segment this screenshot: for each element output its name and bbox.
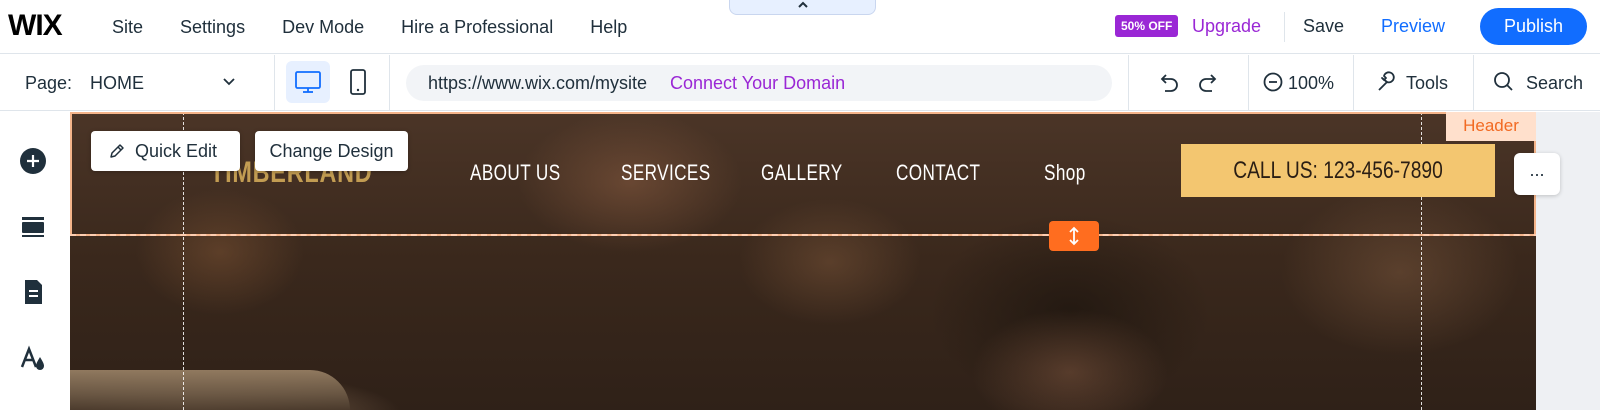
call-us-button[interactable]: CALL US: 123-456-7890 (1181, 144, 1495, 197)
page-label: Page: (25, 73, 73, 93)
zoom-level[interactable]: 100% (1288, 73, 1334, 94)
upgrade-link[interactable]: Upgrade (1192, 16, 1261, 37)
nav-item-contact[interactable]: CONTACT (896, 160, 980, 186)
header-section-tag[interactable]: Header (1446, 112, 1536, 141)
redo-icon[interactable] (1195, 69, 1223, 97)
nav-item-gallery[interactable]: GALLERY (761, 160, 843, 186)
collapse-toolbar-tab[interactable] (729, 0, 876, 15)
divider (1473, 55, 1474, 111)
quick-edit-button[interactable]: Quick Edit (91, 131, 240, 171)
mobile-view-button[interactable] (343, 61, 373, 103)
menu-item-site[interactable]: Site (112, 17, 143, 38)
search-icon[interactable] (1490, 69, 1518, 97)
wix-logo[interactable]: WIX (8, 9, 63, 43)
resize-vertical-icon (1069, 226, 1079, 246)
nav-item-services[interactable]: SERVICES (621, 160, 711, 186)
pages-icon[interactable] (18, 277, 48, 307)
section-resize-handle[interactable] (1049, 221, 1099, 251)
top-menu-bar: WIX Site Settings Dev Mode Hire a Profes… (0, 0, 1600, 54)
connect-domain-link[interactable]: Connect Your Domain (670, 73, 845, 94)
desktop-view-button[interactable] (286, 61, 330, 103)
publish-button[interactable]: Publish (1480, 8, 1587, 45)
page-selector[interactable]: HOME (90, 73, 144, 94)
divider (1128, 55, 1129, 111)
pencil-icon (110, 144, 124, 158)
divider (389, 55, 390, 111)
divider (274, 55, 275, 111)
design-icon[interactable] (18, 344, 48, 374)
main-menu: Site Settings Dev Mode Hire a Profession… (112, 0, 664, 54)
search-button[interactable]: Search (1526, 73, 1583, 94)
divider (1248, 55, 1249, 111)
preview-button[interactable]: Preview (1381, 16, 1445, 37)
save-button[interactable]: Save (1303, 16, 1344, 37)
menu-item-settings[interactable]: Settings (180, 17, 245, 38)
chevron-down-icon[interactable] (221, 73, 237, 89)
editor-toolbar: Page: HOME https://www.wix.com/mysite Co… (0, 55, 1600, 111)
quick-edit-label: Quick Edit (135, 141, 218, 161)
sections-icon[interactable] (18, 211, 48, 241)
add-elements-icon[interactable] (18, 146, 48, 176)
editor-canvas[interactable]: TIMBERLAND ABOUT US SERVICES GALLERY CON… (70, 112, 1536, 410)
divider (1353, 55, 1354, 111)
discount-badge: 50% OFF (1115, 15, 1179, 37)
header-bottom-guide (70, 234, 1536, 236)
divider (1284, 12, 1285, 42)
wood-image-fragment (70, 370, 350, 410)
menu-item-help[interactable]: Help (590, 17, 627, 38)
nav-item-about[interactable]: ABOUT US (470, 160, 561, 186)
tools-button[interactable]: Tools (1406, 73, 1448, 94)
chevron-up-icon (797, 1, 808, 8)
menu-item-hire-professional[interactable]: Hire a Professional (401, 17, 553, 38)
undo-icon[interactable] (1154, 69, 1182, 97)
zoom-out-icon[interactable] (1259, 69, 1287, 97)
nav-item-shop[interactable]: Shop (1044, 160, 1086, 186)
wrench-icon[interactable] (1372, 69, 1400, 97)
desktop-icon (295, 71, 321, 93)
call-us-label: CALL US: 123-456-7890 (1233, 157, 1443, 184)
site-url-bar[interactable]: https://www.wix.com/mysite Connect Your … (406, 65, 1112, 101)
more-actions-button[interactable]: ... (1514, 153, 1560, 195)
menu-item-dev-mode[interactable]: Dev Mode (282, 17, 364, 38)
site-url: https://www.wix.com/mysite (428, 73, 648, 93)
left-sidebar (0, 112, 70, 410)
change-design-button[interactable]: Change Design (255, 131, 408, 171)
mobile-icon (350, 69, 366, 95)
